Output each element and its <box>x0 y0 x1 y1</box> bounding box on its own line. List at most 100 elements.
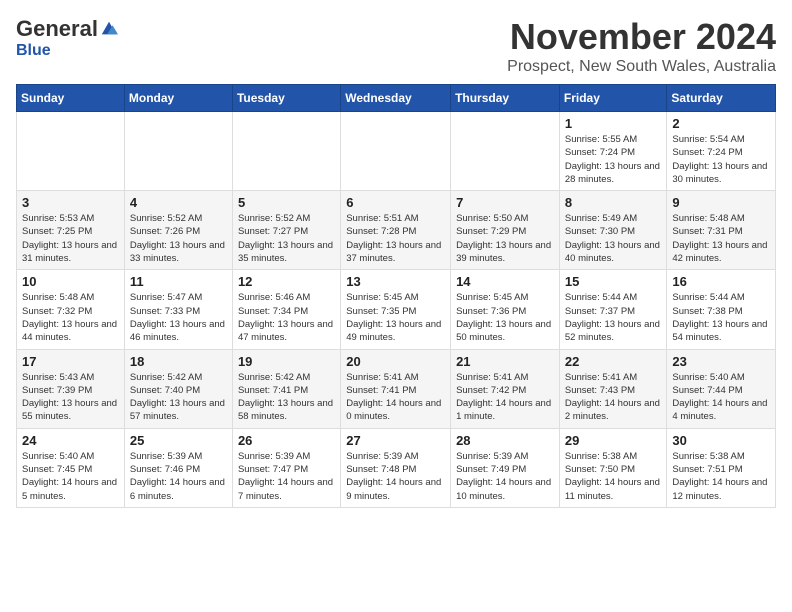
calendar-cell: 2 Sunrise: 5:54 AMSunset: 7:24 PMDaylight… <box>667 112 776 191</box>
day-detail: Sunrise: 5:39 AMSunset: 7:48 PMDaylight:… <box>346 450 445 503</box>
day-number: 9 <box>672 195 770 210</box>
day-detail: Sunrise: 5:52 AMSunset: 7:26 PMDaylight:… <box>130 212 227 265</box>
calendar-cell: 8Sunrise: 5:49 AMSunset: 7:30 PMDaylight… <box>559 191 667 270</box>
day-number: 12 <box>238 274 335 289</box>
day-header-tuesday: Tuesday <box>232 85 340 112</box>
day-detail: Sunrise: 5:45 AMSunset: 7:36 PMDaylight:… <box>456 291 554 344</box>
calendar-cell: 6 Sunrise: 5:51 AMSunset: 7:28 PMDaylight… <box>341 191 451 270</box>
calendar-cell: 7 Sunrise: 5:50 AMSunset: 7:29 PMDaylight… <box>451 191 560 270</box>
day-detail: Sunrise: 5:45 AMSunset: 7:35 PMDaylight:… <box>346 291 445 344</box>
day-number: 20 <box>346 354 445 369</box>
day-detail: Sunrise: 5:41 AMSunset: 7:41 PMDaylight:… <box>346 371 445 424</box>
day-number: 22 <box>565 354 662 369</box>
day-number: 13 <box>346 274 445 289</box>
calendar-cell: 26 Sunrise: 5:39 AMSunset: 7:47 PMDayligh… <box>232 428 340 507</box>
day-detail: Sunrise: 5:41 AMSunset: 7:43 PMDaylight:… <box>565 371 662 424</box>
day-detail: Sunrise: 5:44 AMSunset: 7:38 PMDaylight:… <box>672 291 770 344</box>
calendar-cell: 22 Sunrise: 5:41 AMSunset: 7:43 PMDayligh… <box>559 349 667 428</box>
day-number: 2 <box>672 116 770 131</box>
day-number: 27 <box>346 433 445 448</box>
calendar-cell: 20 Sunrise: 5:41 AMSunset: 7:41 PMDayligh… <box>341 349 451 428</box>
calendar-week-4: 17Sunrise: 5:43 AMSunset: 7:39 PMDayligh… <box>17 349 776 428</box>
day-detail: Sunrise: 5:52 AMSunset: 7:27 PMDaylight:… <box>238 212 335 265</box>
calendar-cell: 18 Sunrise: 5:42 AMSunset: 7:40 PMDayligh… <box>124 349 232 428</box>
calendar-cell: 30 Sunrise: 5:38 AMSunset: 7:51 PMDayligh… <box>667 428 776 507</box>
calendar-cell: 16 Sunrise: 5:44 AMSunset: 7:38 PMDayligh… <box>667 270 776 349</box>
day-detail: Sunrise: 5:49 AMSunset: 7:30 PMDaylight:… <box>565 212 662 265</box>
day-detail: Sunrise: 5:39 AMSunset: 7:47 PMDaylight:… <box>238 450 335 503</box>
day-detail: Sunrise: 5:40 AMSunset: 7:44 PMDaylight:… <box>672 371 770 424</box>
day-header-monday: Monday <box>124 85 232 112</box>
day-number: 10 <box>22 274 119 289</box>
calendar-cell: 17Sunrise: 5:43 AMSunset: 7:39 PMDayligh… <box>17 349 125 428</box>
day-detail: Sunrise: 5:42 AMSunset: 7:41 PMDaylight:… <box>238 371 335 424</box>
day-number: 28 <box>456 433 554 448</box>
logo-icon <box>100 20 118 38</box>
logo-blue: Blue <box>16 42 51 59</box>
title-block: November 2024 Prospect, New South Wales,… <box>507 16 776 76</box>
day-detail: Sunrise: 5:48 AMSunset: 7:32 PMDaylight:… <box>22 291 119 344</box>
calendar-cell <box>341 112 451 191</box>
calendar-cell: 19Sunrise: 5:42 AMSunset: 7:41 PMDayligh… <box>232 349 340 428</box>
day-detail: Sunrise: 5:48 AMSunset: 7:31 PMDaylight:… <box>672 212 770 265</box>
calendar-cell: 14 Sunrise: 5:45 AMSunset: 7:36 PMDayligh… <box>451 270 560 349</box>
calendar-cell: 13 Sunrise: 5:45 AMSunset: 7:35 PMDayligh… <box>341 270 451 349</box>
calendar-cell: 23Sunrise: 5:40 AMSunset: 7:44 PMDayligh… <box>667 349 776 428</box>
calendar-table: SundayMondayTuesdayWednesdayThursdayFrid… <box>16 84 776 508</box>
calendar-cell: 11Sunrise: 5:47 AMSunset: 7:33 PMDayligh… <box>124 270 232 349</box>
logo-general: General <box>16 16 98 42</box>
day-number: 25 <box>130 433 227 448</box>
calendar-cell: 9 Sunrise: 5:48 AMSunset: 7:31 PMDaylight… <box>667 191 776 270</box>
day-number: 17 <box>22 354 119 369</box>
calendar-cell: 12 Sunrise: 5:46 AMSunset: 7:34 PMDayligh… <box>232 270 340 349</box>
day-number: 14 <box>456 274 554 289</box>
day-detail: Sunrise: 5:39 AMSunset: 7:49 PMDaylight:… <box>456 450 554 503</box>
day-number: 18 <box>130 354 227 369</box>
calendar-week-1: 1 Sunrise: 5:55 AMSunset: 7:24 PMDaylight… <box>17 112 776 191</box>
day-detail: Sunrise: 5:53 AMSunset: 7:25 PMDaylight:… <box>22 212 119 265</box>
calendar-cell: 4 Sunrise: 5:52 AMSunset: 7:26 PMDaylight… <box>124 191 232 270</box>
location: Prospect, New South Wales, Australia <box>507 58 776 76</box>
logo: General Blue <box>16 16 118 60</box>
day-detail: Sunrise: 5:44 AMSunset: 7:37 PMDaylight:… <box>565 291 662 344</box>
day-detail: Sunrise: 5:38 AMSunset: 7:50 PMDaylight:… <box>565 450 662 503</box>
day-detail: Sunrise: 5:55 AMSunset: 7:24 PMDaylight:… <box>565 133 662 186</box>
calendar-cell <box>17 112 125 191</box>
calendar-cell: 5Sunrise: 5:52 AMSunset: 7:27 PMDaylight… <box>232 191 340 270</box>
day-number: 16 <box>672 274 770 289</box>
calendar-cell: 28 Sunrise: 5:39 AMSunset: 7:49 PMDayligh… <box>451 428 560 507</box>
calendar-week-3: 10 Sunrise: 5:48 AMSunset: 7:32 PMDayligh… <box>17 270 776 349</box>
day-detail: Sunrise: 5:42 AMSunset: 7:40 PMDaylight:… <box>130 371 227 424</box>
day-number: 1 <box>565 116 662 131</box>
calendar-header-row: SundayMondayTuesdayWednesdayThursdayFrid… <box>17 85 776 112</box>
day-detail: Sunrise: 5:50 AMSunset: 7:29 PMDaylight:… <box>456 212 554 265</box>
month-title: November 2024 <box>507 16 776 58</box>
day-detail: Sunrise: 5:51 AMSunset: 7:28 PMDaylight:… <box>346 212 445 265</box>
day-number: 7 <box>456 195 554 210</box>
day-number: 3 <box>22 195 119 210</box>
day-number: 30 <box>672 433 770 448</box>
day-number: 26 <box>238 433 335 448</box>
day-number: 6 <box>346 195 445 210</box>
day-number: 29 <box>565 433 662 448</box>
page-header: General Blue November 2024 Prospect, New… <box>16 16 776 76</box>
day-number: 4 <box>130 195 227 210</box>
day-detail: Sunrise: 5:46 AMSunset: 7:34 PMDaylight:… <box>238 291 335 344</box>
day-header-thursday: Thursday <box>451 85 560 112</box>
day-detail: Sunrise: 5:39 AMSunset: 7:46 PMDaylight:… <box>130 450 227 503</box>
calendar-cell: 25 Sunrise: 5:39 AMSunset: 7:46 PMDayligh… <box>124 428 232 507</box>
day-detail: Sunrise: 5:54 AMSunset: 7:24 PMDaylight:… <box>672 133 770 186</box>
calendar-cell: 24Sunrise: 5:40 AMSunset: 7:45 PMDayligh… <box>17 428 125 507</box>
day-header-sunday: Sunday <box>17 85 125 112</box>
calendar-week-2: 3 Sunrise: 5:53 AMSunset: 7:25 PMDaylight… <box>17 191 776 270</box>
calendar-cell <box>124 112 232 191</box>
calendar-cell: 21Sunrise: 5:41 AMSunset: 7:42 PMDayligh… <box>451 349 560 428</box>
calendar-cell: 1 Sunrise: 5:55 AMSunset: 7:24 PMDaylight… <box>559 112 667 191</box>
day-number: 11 <box>130 274 227 289</box>
day-header-friday: Friday <box>559 85 667 112</box>
calendar-cell <box>232 112 340 191</box>
calendar-cell: 3 Sunrise: 5:53 AMSunset: 7:25 PMDaylight… <box>17 191 125 270</box>
day-header-wednesday: Wednesday <box>341 85 451 112</box>
calendar-cell: 27 Sunrise: 5:39 AMSunset: 7:48 PMDayligh… <box>341 428 451 507</box>
day-detail: Sunrise: 5:38 AMSunset: 7:51 PMDaylight:… <box>672 450 770 503</box>
